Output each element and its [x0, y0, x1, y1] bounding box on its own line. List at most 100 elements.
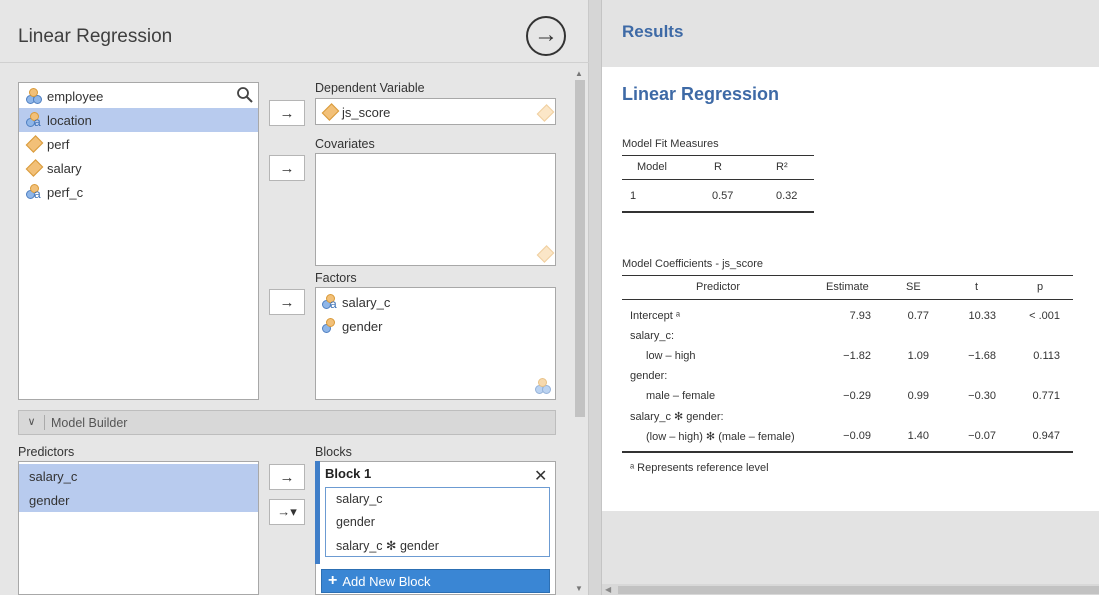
- column-header: Estimate: [826, 281, 869, 293]
- divider: [0, 62, 589, 63]
- predictors-list[interactable]: salary_c gender: [18, 461, 259, 595]
- block-selected-indicator: [315, 461, 320, 564]
- table-cell: −1.68: [968, 350, 996, 362]
- scroll-left-icon[interactable]: ◀: [605, 585, 611, 594]
- table-row-label: salary_c:: [630, 330, 675, 342]
- variable-item[interactable]: employee: [19, 84, 258, 108]
- nominal-variable-icon: [25, 87, 43, 105]
- column-header: R: [714, 161, 722, 173]
- dependent-variable-value: js_score: [342, 104, 391, 120]
- list-item[interactable]: gender: [321, 315, 382, 337]
- predictors-label: Predictors: [18, 445, 75, 459]
- table-cell: 7.93: [849, 310, 871, 322]
- variable-item[interactable]: salary: [19, 156, 258, 180]
- model-builder-label: Model Builder: [51, 415, 128, 430]
- nominal-variable-icon: a: [321, 293, 339, 311]
- move-to-covariates-button[interactable]: →: [269, 155, 305, 181]
- dependent-variable-box[interactable]: js_score: [315, 98, 556, 125]
- column-header: Model: [637, 161, 667, 173]
- table-cell: 0.99: [907, 390, 929, 402]
- table-title: Model Coefficients - js_score: [622, 258, 764, 270]
- block-terms-list[interactable]: salary_c gender salary_c ✻ gender: [325, 487, 550, 557]
- variable-label: perf_c: [47, 184, 84, 200]
- table-row-label: Intercept ᵃ: [630, 310, 680, 322]
- table-cell: −0.29: [843, 390, 871, 402]
- table-row-label: (low – high) ✻ (male – female): [646, 431, 795, 443]
- variable-label: perf: [47, 136, 70, 152]
- variable-label: location: [47, 112, 92, 128]
- table-cell: 0.77: [907, 310, 929, 322]
- continuous-variable-icon: [25, 159, 44, 177]
- table-rule: [622, 211, 814, 213]
- list-item[interactable]: gender: [19, 488, 258, 512]
- list-item[interactable]: salary_c ✻ gender: [336, 538, 439, 553]
- table-row-label: low – high: [646, 350, 696, 362]
- column-header: p: [1037, 281, 1044, 293]
- add-new-block-button[interactable]: + Add New Block: [321, 569, 550, 593]
- variable-list[interactable]: employee a location perf salary a perf_c: [18, 82, 259, 400]
- table-rule: [622, 275, 1073, 276]
- table-cell: 1.09: [907, 350, 929, 362]
- table-cell: −0.09: [843, 430, 871, 442]
- scroll-up-icon[interactable]: ▲: [575, 69, 583, 78]
- table-row-label: salary_c ✻ gender:: [630, 411, 724, 423]
- column-header: SE: [906, 281, 921, 293]
- table-cell: 1.40: [907, 430, 929, 442]
- move-to-factors-button[interactable]: →: [269, 289, 305, 315]
- dependent-variable-label: Dependent Variable: [315, 81, 425, 95]
- continuous-variable-icon: [25, 135, 44, 153]
- variable-item[interactable]: perf: [19, 132, 258, 156]
- table-rule: [622, 451, 1073, 453]
- nominal-variable-icon: [321, 317, 339, 335]
- close-icon[interactable]: ✕: [534, 466, 547, 486]
- list-item[interactable]: salary_c: [19, 464, 258, 488]
- blocks-label: Blocks: [315, 445, 352, 459]
- list-item[interactable]: salary_c: [336, 492, 383, 506]
- table-row-label: male – female: [646, 390, 716, 402]
- column-header: Predictor: [696, 281, 741, 293]
- table-row-label: gender:: [630, 370, 668, 382]
- variable-item[interactable]: a perf_c: [19, 180, 258, 204]
- table-cell: −1.82: [843, 350, 871, 362]
- table-footnote: ᵃ Represents reference level: [630, 462, 769, 474]
- list-item[interactable]: a salary_c: [321, 291, 390, 313]
- scrollbar-thumb[interactable]: [618, 586, 1099, 594]
- block-title: Block 1: [325, 466, 372, 481]
- arrow-circle-right-icon[interactable]: →: [526, 16, 566, 56]
- covariates-box[interactable]: [315, 153, 556, 266]
- table-cell: −0.07: [968, 430, 996, 442]
- results-header: Results: [622, 22, 684, 41]
- factors-box[interactable]: a salary_c gender: [315, 287, 556, 400]
- scrollbar-thumb[interactable]: [575, 80, 585, 417]
- move-to-dependent-button[interactable]: →: [269, 100, 305, 126]
- table-rule: [622, 155, 814, 156]
- factors-label: Factors: [315, 271, 357, 285]
- table-cell: −0.30: [968, 390, 996, 402]
- add-term-button[interactable]: →: [269, 464, 305, 490]
- column-header: R²: [776, 161, 788, 173]
- table-cell: 10.33: [968, 310, 996, 322]
- covariates-label: Covariates: [315, 137, 375, 151]
- nominal-variable-icon: [534, 377, 552, 395]
- nominal-variable-icon: a: [25, 183, 43, 201]
- nominal-variable-icon: a: [25, 111, 43, 129]
- table-cell: 0.947: [1032, 430, 1060, 442]
- variable-label: employee: [47, 88, 104, 104]
- variable-label: salary: [47, 160, 82, 176]
- table-cell: 0.113: [1033, 350, 1060, 362]
- table-cell: 1: [630, 190, 637, 202]
- table-cell: 0.57: [712, 190, 734, 202]
- add-interaction-menu-button[interactable]: →▾: [269, 499, 305, 525]
- search-icon[interactable]: [236, 86, 254, 104]
- analysis-title: Linear Regression: [18, 26, 173, 47]
- continuous-variable-icon: [321, 103, 340, 121]
- model-builder-section-header[interactable]: ∨ Model Builder: [18, 410, 556, 435]
- continuous-variable-icon: [536, 245, 555, 263]
- list-item[interactable]: gender: [336, 515, 375, 529]
- column-header: t: [975, 281, 979, 293]
- chevron-down-icon[interactable]: ∨: [19, 415, 45, 430]
- plus-icon: +: [328, 572, 338, 589]
- variable-item[interactable]: a location: [19, 108, 258, 132]
- results-analysis-heading: Linear Regression: [622, 84, 780, 104]
- scroll-down-icon[interactable]: ▼: [575, 584, 583, 593]
